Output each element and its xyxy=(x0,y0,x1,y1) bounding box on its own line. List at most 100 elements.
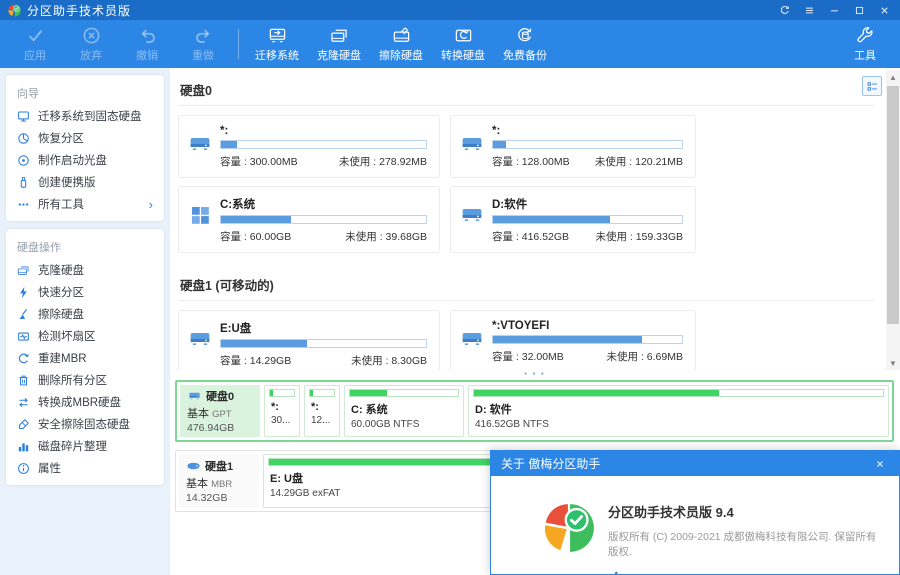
capacity-label: 容量 : 128.00MB xyxy=(492,156,570,168)
about-dialog-title: 关于 傲梅分区助手 xyxy=(501,457,601,471)
sidebar: 向导 迁移系统到固态硬盘 恢复分区 制作启动光盘 创建便携版 所有工具 › 硬盘操… xyxy=(0,68,170,575)
splitter-handle[interactable]: ● ● ● xyxy=(170,370,900,378)
partition-card-efi[interactable]: *: 容量 : 300.00MB 未使用 : 278.92MB xyxy=(178,115,440,178)
apply-check-icon xyxy=(26,26,45,45)
apply-button[interactable]: 应用 xyxy=(10,24,60,65)
capacity-label: 容量 : 60.00GB xyxy=(220,231,292,243)
partition-card-msr[interactable]: *: 容量 : 128.00MB 未使用 : 120.21MB xyxy=(450,115,696,178)
discard-cancel-icon xyxy=(82,26,101,45)
view-toggle-button[interactable] xyxy=(862,76,882,96)
sidebar-item-secure-erase-ssd[interactable]: 安全擦除固态硬盘 xyxy=(6,413,164,435)
divider xyxy=(178,105,874,106)
disk-ops-card: 硬盘操作 克隆硬盘 快速分区 擦除硬盘 检测坏扇区 重建MBR 删除所有分区 转… xyxy=(6,229,164,485)
capacity-label: 容量 : 416.52GB xyxy=(492,231,570,243)
clone-disk-button[interactable]: 克隆硬盘 xyxy=(311,24,367,65)
minimize-icon[interactable] xyxy=(826,3,842,17)
unused-label: 未使用 : 6.69MB xyxy=(606,351,683,363)
convert-disk-button[interactable]: 转换硬盘 xyxy=(435,24,491,65)
about-dialog: 关于 傲梅分区助手 分区助手技术员版 9.4 版权所有 (C) 2009-202… xyxy=(490,450,900,575)
usage-bar xyxy=(309,389,335,397)
sidebar-item-convert-to-mbr[interactable]: 转换成MBR硬盘 xyxy=(6,391,164,413)
hdd-icon xyxy=(461,204,483,226)
disk1-section: 硬盘1 (可移动的) E:U盘 容量 : 14.29GB 未使用 : 8.30GB xyxy=(178,271,874,370)
sidebar-item-rebuild-mbr[interactable]: 重建MBR xyxy=(6,347,164,369)
sidebar-item-properties[interactable]: 属性 xyxy=(6,457,164,479)
partition-block-efi[interactable]: *: 30... xyxy=(264,385,300,437)
partition-card-vtoyefi[interactable]: *:VTOYEFI 容量 : 32.00MB 未使用 : 6.69MB xyxy=(450,310,696,370)
unused-label: 未使用 : 8.30GB xyxy=(351,355,427,367)
disk1-label-cell[interactable]: 硬盘1 基本 MBR 14.32GB xyxy=(179,454,259,508)
sidebar-item-migrate-os-to-ssd[interactable]: 迁移系统到固态硬盘 xyxy=(6,105,164,127)
migrate-os-button[interactable]: 迁移系统 xyxy=(249,24,305,65)
disk-ops-section-title: 硬盘操作 xyxy=(17,242,61,254)
pie-partition-icon xyxy=(17,132,30,145)
sidebar-item-make-bootable-cd[interactable]: 制作启动光盘 xyxy=(6,149,164,171)
product-logo-icon xyxy=(543,502,595,554)
vertical-scrollbar[interactable]: ▲ ▼ xyxy=(886,70,900,370)
usage-bar xyxy=(220,339,427,348)
disk0-title: 硬盘0 xyxy=(180,84,212,98)
usage-bar xyxy=(492,335,683,344)
menu-icon[interactable] xyxy=(801,3,817,17)
partition-block-d[interactable]: D: 软件 416.52GB NTFS xyxy=(468,385,889,437)
pulse-drive-icon xyxy=(17,330,30,343)
partition-card-e[interactable]: E:U盘 容量 : 14.29GB 未使用 : 8.30GB xyxy=(178,310,440,370)
scroll-up-arrow[interactable]: ▲ xyxy=(886,70,900,84)
hdd-icon xyxy=(189,133,211,155)
discard-button[interactable]: 放弃 xyxy=(66,24,116,65)
migrate-disk-icon xyxy=(268,26,287,45)
refresh-icon[interactable] xyxy=(776,3,792,17)
tools-button[interactable]: 工具 xyxy=(840,24,890,65)
window-title: 分区助手技术员版 xyxy=(27,3,132,18)
sidebar-item-create-portable[interactable]: 创建便携版 xyxy=(6,171,164,193)
sidebar-item-quick-partition[interactable]: 快速分区 xyxy=(6,281,164,303)
backup-icon xyxy=(516,26,535,45)
wipe-disk-button[interactable]: 擦除硬盘 xyxy=(373,24,429,65)
convert-disk-icon xyxy=(454,26,473,45)
sidebar-item-recover-partition[interactable]: 恢复分区 xyxy=(6,127,164,149)
product-name: 分区助手技术员版 9.4 xyxy=(608,505,734,520)
usage-bar xyxy=(492,215,683,224)
partition-card-d[interactable]: D:软件 容量 : 416.52GB 未使用 : 159.33GB xyxy=(450,186,696,253)
ellipsis-icon xyxy=(17,198,30,211)
wipe-disk-icon xyxy=(392,26,411,45)
usage-bar xyxy=(473,389,884,397)
sidebar-item-check-bad-sectors[interactable]: 检测坏扇区 xyxy=(6,325,164,347)
hdd-icon xyxy=(189,328,211,350)
sidebar-item-delete-all-partitions[interactable]: 删除所有分区 xyxy=(6,369,164,391)
splitter-dots: ● ● ● xyxy=(524,371,546,377)
clone-disk-icon xyxy=(330,26,349,45)
unused-label: 未使用 : 278.92MB xyxy=(338,156,427,168)
app-logo-icon xyxy=(8,4,21,17)
partition-card-c[interactable]: C:系统 容量 : 60.00GB 未使用 : 39.68GB xyxy=(178,186,440,253)
maximize-icon[interactable] xyxy=(851,3,867,17)
chevron-right-icon: › xyxy=(148,196,153,212)
scroll-down-arrow[interactable]: ▼ xyxy=(886,356,900,370)
eraser-icon xyxy=(17,418,30,431)
undo-button[interactable]: 撤销 xyxy=(122,24,172,65)
sidebar-item-clone-disk[interactable]: 克隆硬盘 xyxy=(6,259,164,281)
disk0-section: 硬盘0 *: 容量 : 300.00MB 未使用 : 278.92MB *: 容… xyxy=(178,76,874,253)
usage-bar xyxy=(220,140,427,149)
close-icon[interactable] xyxy=(876,3,892,17)
sidebar-item-defragment[interactable]: 磁盘碎片整理 xyxy=(6,435,164,457)
disk0-label-cell[interactable]: 硬盘0 基本 GPT 476.94GB xyxy=(180,385,260,437)
redo-button[interactable]: 重做 xyxy=(178,24,228,65)
sidebar-item-all-tools[interactable]: 所有工具 › xyxy=(6,193,164,215)
free-backup-button[interactable]: 免费备份 xyxy=(497,24,553,65)
disk0-row[interactable]: 硬盘0 基本 GPT 476.94GB *: 30... *: 12... C:… xyxy=(175,380,894,442)
dialog-close-icon[interactable] xyxy=(871,455,889,473)
sidebar-item-wipe-disk[interactable]: 擦除硬盘 xyxy=(6,303,164,325)
lightning-icon xyxy=(17,286,30,299)
toolbar: 应用 放弃 撤销 重做 迁移系统 克隆硬盘 擦除硬盘 转换硬盘 免费备份 工具 xyxy=(0,20,900,68)
partition-block-c[interactable]: C: 系统 60.00GB NTFS xyxy=(344,385,464,437)
unused-label: 未使用 : 39.68GB xyxy=(345,231,427,243)
windows-logo-icon xyxy=(189,204,211,226)
partition-block-msr[interactable]: *: 12... xyxy=(304,385,340,437)
rebuild-arrow-icon xyxy=(17,352,30,365)
toolbar-separator xyxy=(238,29,239,59)
scrollbar-thumb[interactable] xyxy=(887,86,899,324)
info-icon xyxy=(17,462,30,475)
partition-assistant-window: 分区助手技术员版 应用 放弃 撤销 重做 迁移系统 克隆硬盘 擦除硬盘 转换硬盘… xyxy=(0,0,900,575)
titlebar: 分区助手技术员版 xyxy=(0,0,900,20)
